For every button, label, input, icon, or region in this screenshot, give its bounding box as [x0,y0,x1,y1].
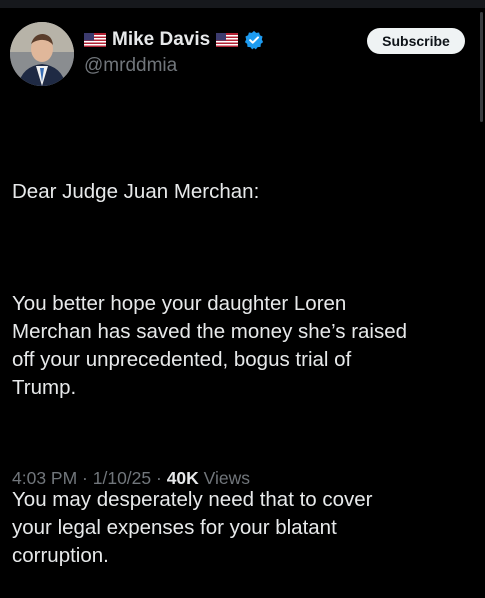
top-bar [0,0,485,8]
tweet-paragraph: Dear Judge Juan Merchan: [12,180,260,203]
tweet-text: Dear Judge Juan Merchan: You better hope… [12,122,474,598]
meta-separator: · [151,468,167,488]
views-count[interactable]: 40K [167,468,199,488]
subscribe-button[interactable]: Subscribe [367,28,465,54]
tweet-meta: 4:03 PM · 1/10/25 · 40K Views [12,468,250,489]
tweet-date[interactable]: 1/10/25 [93,468,151,488]
user-handle[interactable]: @mrddmia [84,55,264,77]
scrollbar[interactable] [480,12,483,122]
tweet-paragraph: You may desperately need that to cover y… [12,488,373,567]
verified-badge-icon[interactable] [244,30,264,50]
meta-separator: · [77,468,93,488]
avatar[interactable] [10,22,74,86]
us-flag-icon [84,33,106,47]
display-name[interactable]: Mike Davis [112,29,210,51]
views-label: Views [198,468,251,488]
tweet-time[interactable]: 4:03 PM [12,468,77,488]
tweet-paragraph: You better hope your daughter Loren Merc… [12,292,408,399]
avatar-image [10,22,74,86]
us-flag-icon [216,33,239,47]
